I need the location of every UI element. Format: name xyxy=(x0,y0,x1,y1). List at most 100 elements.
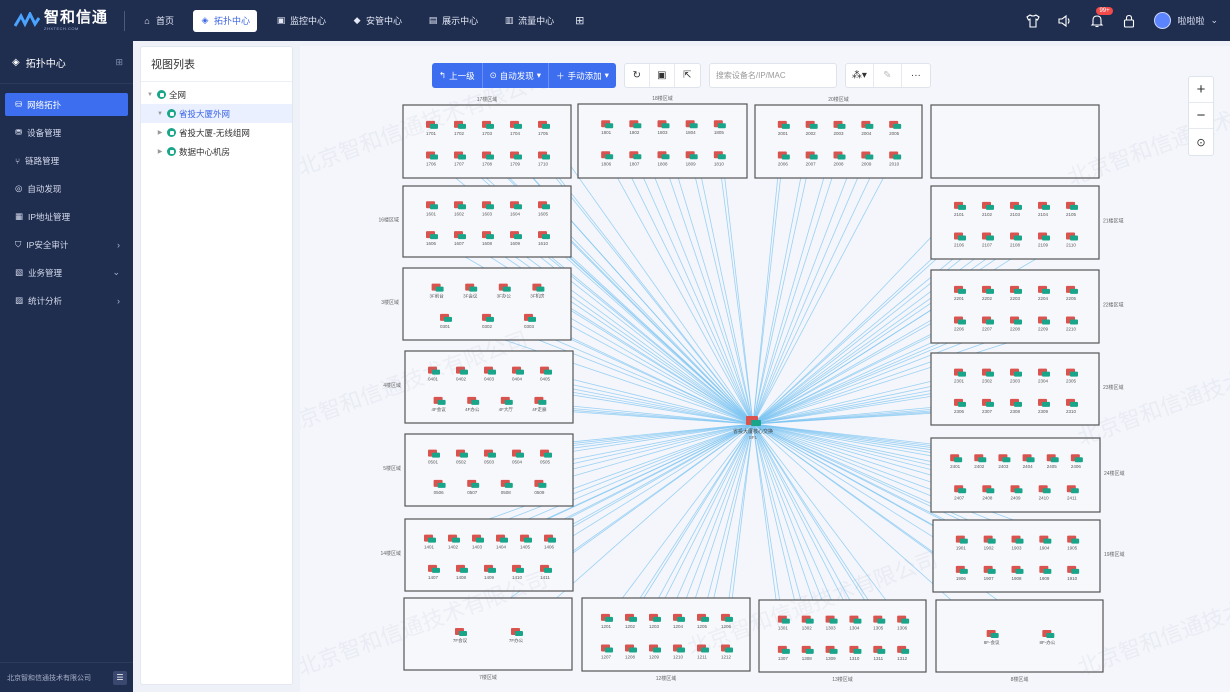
region-box[interactable] xyxy=(930,437,1101,513)
caret-right-icon[interactable]: ▶ xyxy=(156,148,164,155)
region-box[interactable] xyxy=(402,185,572,258)
sidebar-item-ip-security-audit[interactable]: ⛉ IP安全审计 › xyxy=(5,233,128,256)
apps-grid-icon[interactable]: ⊞ xyxy=(575,14,584,27)
status-icon xyxy=(486,316,494,322)
device-label: 2403 xyxy=(998,464,1009,469)
more-button[interactable]: ··· xyxy=(902,64,930,87)
region-box[interactable] xyxy=(932,519,1101,593)
device-search-input[interactable]: 搜索设备名/IP/MAC xyxy=(708,63,837,88)
region-box[interactable] xyxy=(930,185,1100,260)
app-logo[interactable]: 智和信通 ZHXTECH.COM xyxy=(0,0,118,41)
sidebar-item-label: 自动发现 xyxy=(27,183,62,194)
status-icon xyxy=(986,288,994,294)
region-box[interactable] xyxy=(930,352,1100,426)
caret-down-icon[interactable]: ▼ xyxy=(146,92,154,98)
status-icon xyxy=(458,204,466,210)
status-icon xyxy=(1014,371,1022,377)
link-line[interactable] xyxy=(718,157,754,425)
status-icon xyxy=(990,633,999,638)
flow-icon: ▥ xyxy=(504,15,514,25)
link-line[interactable] xyxy=(752,423,808,622)
refresh-icon: ↻ xyxy=(632,70,642,81)
region-box[interactable] xyxy=(758,599,927,673)
device-label: 1905 xyxy=(1067,546,1078,551)
region-box[interactable] xyxy=(402,267,572,341)
region-box[interactable] xyxy=(581,597,751,672)
nav-flow-center[interactable]: ▥ 流量中心 xyxy=(497,10,561,32)
region-box[interactable] xyxy=(577,103,748,179)
sidebar-item-statistics[interactable]: ▨ 统计分析 › xyxy=(5,289,128,312)
device-label: 2404 xyxy=(1023,464,1034,469)
sidebar-item-auto-discovery[interactable]: ◎ 自动发现 xyxy=(5,177,128,200)
region-box[interactable] xyxy=(403,597,573,671)
auto-discover-button[interactable]: ⊙ 自动发现 ▾ xyxy=(483,63,550,88)
status-icon xyxy=(781,648,790,654)
link-line[interactable] xyxy=(542,207,754,425)
zoom-out-button[interactable]: − xyxy=(1189,103,1213,129)
region-box[interactable] xyxy=(404,433,574,507)
sound-icon[interactable] xyxy=(1058,14,1072,28)
caret-right-icon[interactable]: ▶ xyxy=(156,129,164,136)
region-box[interactable] xyxy=(402,104,572,179)
notification-bell-icon[interactable]: 99+ xyxy=(1090,6,1113,28)
collapse-sidebar-icon[interactable]: ☰ xyxy=(113,670,127,685)
link-line[interactable] xyxy=(752,423,879,622)
region-box[interactable] xyxy=(930,269,1100,344)
sidebar-item-network-topology[interactable]: ⛁ 网络拓扑 xyxy=(5,93,128,116)
link-line[interactable] xyxy=(752,423,956,461)
nav-home[interactable]: ⌂ 首页 xyxy=(135,10,181,32)
sidebar-item-business-management[interactable]: ▧ 业务管理 ⌄ xyxy=(5,261,128,284)
sidebar-item-ip-address[interactable]: ▦ IP地址管理 xyxy=(5,205,128,228)
link-line[interactable] xyxy=(752,322,960,425)
nav-security-center[interactable]: ◆ 安管中心 xyxy=(345,10,409,32)
audit-shield-icon: ⛉ xyxy=(15,239,22,249)
refresh-button[interactable]: ↻ xyxy=(625,64,650,87)
status-icon xyxy=(548,537,556,543)
device-label: 1204 xyxy=(673,624,684,629)
region-box[interactable] xyxy=(930,104,1100,179)
sidebar-item-link-management[interactable]: ⑂ 链路管理 xyxy=(5,149,128,172)
region-label: 24楼区域 xyxy=(1104,470,1125,477)
go-up-button[interactable]: ↰ 上一级 xyxy=(432,63,483,88)
tree-node-wireless-network[interactable]: ▶ 省投大厦-无线组网 xyxy=(141,123,292,142)
tree-node-data-center[interactable]: ▶ 数据中心机房 xyxy=(141,142,292,161)
export-button[interactable]: ⇱ xyxy=(675,64,700,87)
zoom-in-button[interactable]: + xyxy=(1189,77,1213,103)
theme-shirt-icon[interactable] xyxy=(1026,13,1041,28)
status-icon xyxy=(781,618,790,624)
region-box[interactable] xyxy=(404,350,574,424)
link-line[interactable] xyxy=(701,423,754,621)
lock-icon[interactable] xyxy=(1122,14,1136,28)
link-line[interactable] xyxy=(752,423,960,492)
region-box[interactable] xyxy=(754,104,923,179)
topology-graph[interactable]: 17楼区域 18楼区域 20楼区域 16楼区域 21楼区域 3楼区域 22楼区域 4楼区域 23… xyxy=(300,46,1230,692)
discovery-icon: ◎ xyxy=(15,183,23,193)
nav-monitor-center[interactable]: ▣ 监控中心 xyxy=(269,10,333,32)
monitor-icon: ▣ xyxy=(276,15,286,25)
nav-topology-center[interactable]: ◈ 拓扑中心 xyxy=(193,9,258,32)
network-icon: ⛁ xyxy=(15,99,23,109)
edit-button[interactable]: ✎ xyxy=(874,64,902,87)
layout-button[interactable]: ⁂▾ xyxy=(846,64,874,87)
chevron-right-icon: › xyxy=(117,295,120,306)
device-label: 2302 xyxy=(982,379,993,384)
tree-node-all-network[interactable]: ▼ 全网 xyxy=(141,85,292,104)
sidebar-item-device-management[interactable]: ⛃ 设备管理 xyxy=(5,121,128,144)
region-box[interactable] xyxy=(404,518,574,592)
sidebar-grid-icon[interactable]: ⊞ xyxy=(115,57,123,68)
status-icon xyxy=(515,631,523,636)
status-icon xyxy=(476,537,484,543)
tree-node-provincial-building-external[interactable]: ▼ 省投大厦外网 xyxy=(141,104,292,123)
caret-down-icon[interactable]: ▼ xyxy=(156,111,164,117)
nav-display-center[interactable]: ▤ 展示中心 xyxy=(421,10,485,32)
device-label: 2004 xyxy=(861,131,872,136)
link-line[interactable] xyxy=(653,423,754,621)
manual-add-button[interactable]: ＋ 手动添加 ▾ xyxy=(549,63,616,88)
user-menu[interactable]: 啦啦啦 ⌄ xyxy=(1154,12,1218,29)
save-button[interactable]: ▣ xyxy=(650,64,675,87)
fit-view-button[interactable]: ⊙ xyxy=(1189,129,1213,155)
link-line[interactable] xyxy=(629,423,754,621)
topology-canvas[interactable]: 17楼区域 18楼区域 20楼区域 16楼区域 21楼区域 3楼区域 22楼区域 4楼区域 23… xyxy=(300,46,1230,692)
link-line[interactable] xyxy=(725,423,754,620)
region-box[interactable] xyxy=(935,599,1104,673)
